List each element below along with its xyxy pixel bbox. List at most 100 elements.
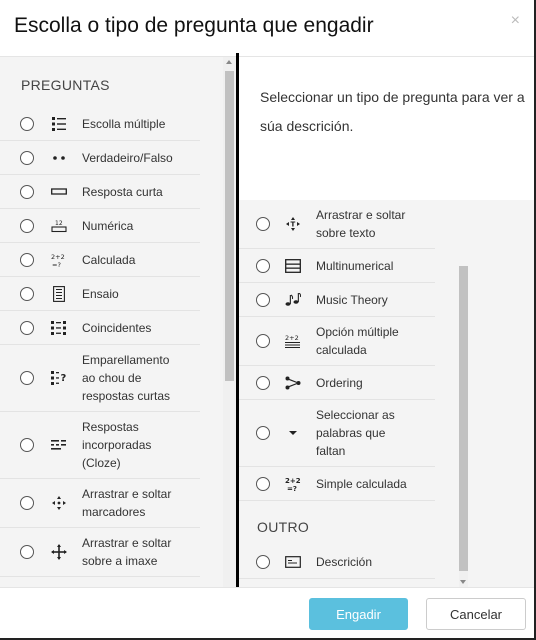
section-heading-other: OUTRO bbox=[257, 519, 310, 535]
radio-button[interactable] bbox=[256, 476, 270, 491]
option-label: Emparellamento ao chou de respostas curt… bbox=[82, 353, 171, 403]
right-scrollbar[interactable] bbox=[459, 266, 468, 587]
radio-button[interactable] bbox=[256, 217, 270, 231]
dialog-footer: Engadir Cancelar bbox=[0, 587, 534, 638]
question-types-list[interactable]: PREGUNTAS Escolla múltiple Verdadeiro/Fal… bbox=[0, 57, 223, 587]
radio-button[interactable] bbox=[256, 426, 270, 440]
svg-text:12: 12 bbox=[55, 220, 63, 227]
option-label: Resposta curta bbox=[82, 184, 163, 199]
truefalse-icon bbox=[48, 150, 70, 166]
svg-text:2+2: 2+2 bbox=[285, 334, 299, 342]
radio-button[interactable] bbox=[20, 545, 34, 559]
option-escolla-multiple[interactable]: Escolla múltiple bbox=[0, 107, 200, 141]
svg-text:T: T bbox=[291, 221, 296, 229]
radio-button[interactable] bbox=[256, 258, 270, 273]
drag-markers-icon bbox=[48, 495, 70, 511]
panel-divider bbox=[236, 53, 239, 589]
radio-button[interactable] bbox=[256, 375, 270, 390]
description-panel: Seleccionar un tipo de pregunta para ver… bbox=[239, 57, 534, 200]
option-verdadeiro-falso[interactable]: Verdadeiro/Falso bbox=[0, 141, 200, 175]
left-scrollbar[interactable] bbox=[223, 57, 236, 587]
description-text: Seleccionar un tipo de pregunta para ver… bbox=[260, 89, 525, 134]
drag-image-icon bbox=[48, 544, 70, 560]
radio-button[interactable] bbox=[20, 496, 34, 510]
description-icon bbox=[282, 554, 304, 570]
ordering-icon bbox=[282, 375, 304, 391]
svg-text:=?: =? bbox=[287, 485, 297, 492]
option-simple-calculada[interactable]: 2+2 =? Simple calculada bbox=[239, 467, 435, 501]
add-button[interactable]: Engadir bbox=[309, 598, 408, 630]
option-label: Arrastrar e soltar sobre texto bbox=[316, 208, 406, 240]
radio-button[interactable] bbox=[20, 371, 34, 385]
matching-icon bbox=[48, 320, 70, 336]
option-descricion[interactable]: Descrición bbox=[239, 545, 435, 579]
option-numerica[interactable]: 12 Numérica bbox=[0, 209, 200, 243]
section-heading-questions: PREGUNTAS bbox=[21, 77, 110, 93]
option-label: Simple calculada bbox=[316, 476, 407, 491]
scroll-up-arrow-icon[interactable] bbox=[226, 60, 232, 64]
option-emparellamento-ao-chou-de-respostas-curtas[interactable]: ? Emparellamento ao chou de respostas cur… bbox=[0, 345, 200, 412]
option-resposta-curta[interactable]: Resposta curta bbox=[0, 175, 200, 209]
option-label: Arrastrar e soltar marcadores bbox=[82, 487, 172, 519]
multichoice-icon bbox=[48, 116, 70, 132]
dialog-title: Escolla o tipo de pregunta que engadir bbox=[14, 14, 374, 37]
option-respostas-incorporadas-cloze[interactable]: Respostas incorporadas (Cloze) bbox=[0, 412, 200, 479]
calc-multichoice-icon: 2+2 bbox=[282, 333, 304, 349]
option-label: Descrición bbox=[316, 554, 373, 569]
option-label: Ensaio bbox=[82, 286, 119, 301]
option-label: Escolla múltiple bbox=[82, 116, 166, 131]
dialog-body: PREGUNTAS Escolla múltiple Verdadeiro/Fal… bbox=[0, 57, 534, 590]
scroll-down-arrow-icon[interactable] bbox=[460, 580, 466, 584]
option-label: Multinumerical bbox=[316, 258, 394, 273]
option-label: Verdadeiro/Falso bbox=[82, 150, 173, 165]
radio-button[interactable] bbox=[20, 150, 34, 165]
left-scrollbar-thumb[interactable] bbox=[225, 71, 234, 381]
option-ensaio[interactable]: Ensaio bbox=[0, 277, 200, 311]
question-chooser-dialog: Escolla o tipo de pregunta que engadir ×… bbox=[0, 0, 536, 640]
essay-icon bbox=[48, 285, 70, 302]
option-label: Coincidentes bbox=[82, 320, 152, 335]
right-scrollbar-thumb[interactable] bbox=[459, 266, 468, 571]
calculated-icon: 2+2 =? bbox=[48, 252, 70, 268]
option-label: Music Theory bbox=[316, 292, 388, 307]
radio-button[interactable] bbox=[20, 252, 34, 267]
option-multinumerical[interactable]: Multinumerical bbox=[239, 249, 435, 283]
option-label: Ordering bbox=[316, 375, 363, 390]
numerical-icon: 12 bbox=[48, 218, 70, 234]
radio-button[interactable] bbox=[20, 116, 34, 131]
option-label: Calculada bbox=[82, 252, 136, 267]
option-calculada[interactable]: 2+2 =? Calculada bbox=[0, 243, 200, 277]
dialog-header: Escolla o tipo de pregunta que engadir × bbox=[0, 0, 534, 57]
close-icon[interactable]: × bbox=[511, 12, 520, 30]
radio-button[interactable] bbox=[20, 286, 34, 301]
svg-text:?: ? bbox=[61, 373, 67, 384]
option-arrastrar-e-soltar-marcadores[interactable]: Arrastrar e soltar marcadores bbox=[0, 479, 200, 528]
option-music-theory[interactable]: Music Theory bbox=[239, 283, 435, 317]
option-seleccionar-as-palabras-que-faltan[interactable]: Seleccionar as palabras que faltan bbox=[239, 400, 435, 467]
radio-button[interactable] bbox=[20, 320, 34, 335]
option-label: Opción múltiple calculada bbox=[316, 325, 399, 357]
radio-button[interactable] bbox=[20, 438, 34, 452]
option-label: Arrastrar e soltar sobre a imaxe bbox=[82, 536, 172, 568]
option-arrastrar-e-soltar-sobre-texto[interactable]: T Arrastrar e soltar sobre texto bbox=[239, 200, 435, 249]
select-missing-icon bbox=[282, 425, 304, 441]
music-icon bbox=[282, 292, 304, 308]
radio-button[interactable] bbox=[20, 184, 34, 199]
question-types-list-continued[interactable]: T Arrastrar e soltar sobre texto Multinume… bbox=[239, 200, 469, 590]
radio-button[interactable] bbox=[256, 292, 270, 307]
cloze-icon bbox=[48, 437, 70, 453]
option-coincidentes[interactable]: Coincidentes bbox=[0, 311, 200, 345]
svg-text:2+2: 2+2 bbox=[51, 253, 65, 261]
radio-button[interactable] bbox=[20, 218, 34, 233]
option-label: Seleccionar as palabras que faltan bbox=[316, 408, 395, 458]
option-ordering[interactable]: Ordering bbox=[239, 366, 435, 400]
option-label: Respostas incorporadas (Cloze) bbox=[82, 420, 152, 470]
radio-button[interactable] bbox=[256, 334, 270, 348]
option-opcion-multiple-calculada[interactable]: 2+2 Opción múltiple calculada bbox=[239, 317, 435, 366]
option-arrastrar-e-soltar-sobre-a-imaxe[interactable]: Arrastrar e soltar sobre a imaxe bbox=[0, 528, 200, 577]
calc-simple-icon: 2+2 =? bbox=[282, 476, 304, 492]
svg-text:=?: =? bbox=[52, 261, 61, 268]
radio-button[interactable] bbox=[256, 554, 270, 569]
cancel-button[interactable]: Cancelar bbox=[426, 598, 526, 630]
multinumerical-icon bbox=[282, 258, 304, 274]
